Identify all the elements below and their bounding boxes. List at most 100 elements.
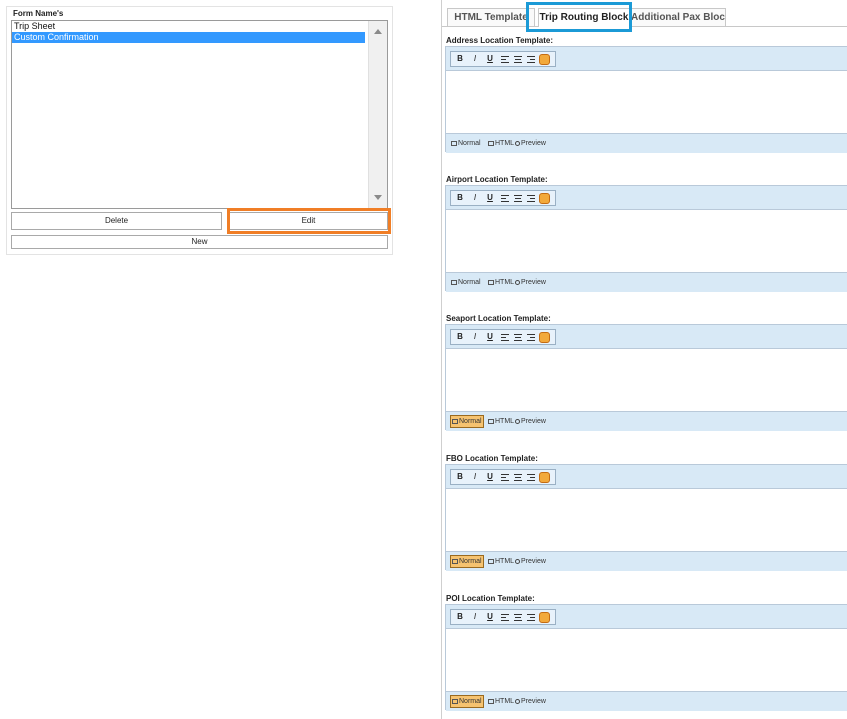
new-button[interactable]: New <box>11 235 388 249</box>
html-mode-icon <box>488 279 494 285</box>
mode-preview-button[interactable]: Preview <box>515 416 546 427</box>
tab-html-template[interactable]: HTML Template <box>447 8 535 26</box>
section-title: FBO Location Template: <box>446 454 538 463</box>
edit-button[interactable]: Edit <box>229 212 388 230</box>
toolbar-button-group: B I U <box>450 329 556 345</box>
rich-text-editor: B I U Normal HTML Preview <box>445 185 847 292</box>
template-editor-panel: HTML Template Trip Routing Block Additio… <box>441 0 847 719</box>
mode-normal-button[interactable]: Normal <box>450 277 482 288</box>
mode-preview-button[interactable]: Preview <box>515 696 546 707</box>
mode-normal-button[interactable]: Normal <box>450 695 484 708</box>
mode-normal-button[interactable]: Normal <box>450 555 484 568</box>
html-mode-icon <box>488 558 494 564</box>
mode-preview-button[interactable]: Preview <box>515 556 546 567</box>
bold-button[interactable]: B <box>454 471 466 483</box>
tab-trip-routing-block[interactable]: Trip Routing Block <box>538 8 630 27</box>
editor-content-area[interactable] <box>446 71 847 133</box>
form-names-panel: Form Name's Trip Sheet Custom Confirmati… <box>6 6 393 255</box>
toolbar-button-group: B I U <box>450 51 556 67</box>
mode-preview-button[interactable]: Preview <box>515 277 546 288</box>
align-left-icon[interactable] <box>499 331 511 343</box>
normal-mode-icon <box>452 698 458 704</box>
toolbar-button-group: B I U <box>450 190 556 206</box>
magnifier-icon <box>515 140 520 146</box>
list-item-trip-sheet[interactable]: Trip Sheet <box>12 21 365 32</box>
section-title: Airport Location Template: <box>446 175 548 184</box>
rich-text-editor: B I U Normal HTML Preview <box>445 46 847 153</box>
underline-button[interactable]: U <box>484 331 496 343</box>
toolbar-button-group: B I U <box>450 609 556 625</box>
template-tabs: HTML Template Trip Routing Block Additio… <box>442 8 847 27</box>
underline-button[interactable]: U <box>484 192 496 204</box>
mode-normal-button[interactable]: Normal <box>450 138 482 149</box>
mode-html-button[interactable]: HTML <box>488 556 514 567</box>
align-right-icon[interactable] <box>525 53 537 65</box>
delete-button[interactable]: Delete <box>11 212 222 230</box>
align-center-icon[interactable] <box>512 471 524 483</box>
html-mode-icon <box>488 418 494 424</box>
toolbar-button-group: B I U <box>450 469 556 485</box>
align-center-icon[interactable] <box>512 611 524 623</box>
scroll-down-icon[interactable] <box>374 195 382 200</box>
mode-html-button[interactable]: HTML <box>488 138 514 149</box>
underline-button[interactable]: U <box>484 471 496 483</box>
align-right-icon[interactable] <box>525 471 537 483</box>
align-left-icon[interactable] <box>499 471 511 483</box>
magnifier-icon <box>515 279 520 285</box>
eraser-icon[interactable] <box>539 332 550 343</box>
magnifier-icon <box>515 418 520 424</box>
align-center-icon[interactable] <box>512 192 524 204</box>
italic-button[interactable]: I <box>469 471 481 483</box>
italic-button[interactable]: I <box>469 611 481 623</box>
form-names-legend: Form Name's <box>13 9 64 18</box>
scroll-up-icon[interactable] <box>374 29 382 34</box>
editor-content-area[interactable] <box>446 489 847 551</box>
align-right-icon[interactable] <box>525 611 537 623</box>
listbox-scrollbar[interactable] <box>368 21 387 208</box>
editor-mode-bar: Normal HTML Preview <box>446 133 847 153</box>
form-names-listbox[interactable]: Trip Sheet Custom Confirmation <box>11 20 388 209</box>
normal-mode-icon <box>452 418 458 424</box>
eraser-icon[interactable] <box>539 612 550 623</box>
bold-button[interactable]: B <box>454 192 466 204</box>
bold-button[interactable]: B <box>454 611 466 623</box>
normal-mode-icon <box>451 279 457 285</box>
list-item-custom-confirmation[interactable]: Custom Confirmation <box>12 32 365 43</box>
tab-additional-pax-block[interactable]: Additional Pax Block <box>630 8 726 26</box>
editor-content-area[interactable] <box>446 210 847 272</box>
align-left-icon[interactable] <box>499 53 511 65</box>
bold-button[interactable]: B <box>454 53 466 65</box>
html-mode-icon <box>488 140 494 146</box>
section-title: Seaport Location Template: <box>446 314 551 323</box>
mode-html-button[interactable]: HTML <box>488 277 514 288</box>
italic-button[interactable]: I <box>469 53 481 65</box>
eraser-icon[interactable] <box>539 472 550 483</box>
editor-content-area[interactable] <box>446 629 847 691</box>
align-center-icon[interactable] <box>512 331 524 343</box>
mode-normal-button[interactable]: Normal <box>450 415 484 428</box>
editor-toolbar: B I U <box>446 186 847 210</box>
section-title: POI Location Template: <box>446 594 535 603</box>
eraser-icon[interactable] <box>539 54 550 65</box>
align-right-icon[interactable] <box>525 331 537 343</box>
mode-html-button[interactable]: HTML <box>488 416 514 427</box>
italic-button[interactable]: I <box>469 331 481 343</box>
underline-button[interactable]: U <box>484 53 496 65</box>
editor-toolbar: B I U <box>446 465 847 489</box>
align-center-icon[interactable] <box>512 53 524 65</box>
mode-html-button[interactable]: HTML <box>488 696 514 707</box>
align-left-icon[interactable] <box>499 192 511 204</box>
editor-toolbar: B I U <box>446 605 847 629</box>
mode-preview-button[interactable]: Preview <box>515 138 546 149</box>
editor-mode-bar: Normal HTML Preview <box>446 272 847 292</box>
bold-button[interactable]: B <box>454 331 466 343</box>
normal-mode-icon <box>452 558 458 564</box>
align-right-icon[interactable] <box>525 192 537 204</box>
editor-mode-bar: Normal HTML Preview <box>446 551 847 571</box>
italic-button[interactable]: I <box>469 192 481 204</box>
editor-toolbar: B I U <box>446 47 847 71</box>
editor-content-area[interactable] <box>446 349 847 411</box>
eraser-icon[interactable] <box>539 193 550 204</box>
underline-button[interactable]: U <box>484 611 496 623</box>
align-left-icon[interactable] <box>499 611 511 623</box>
